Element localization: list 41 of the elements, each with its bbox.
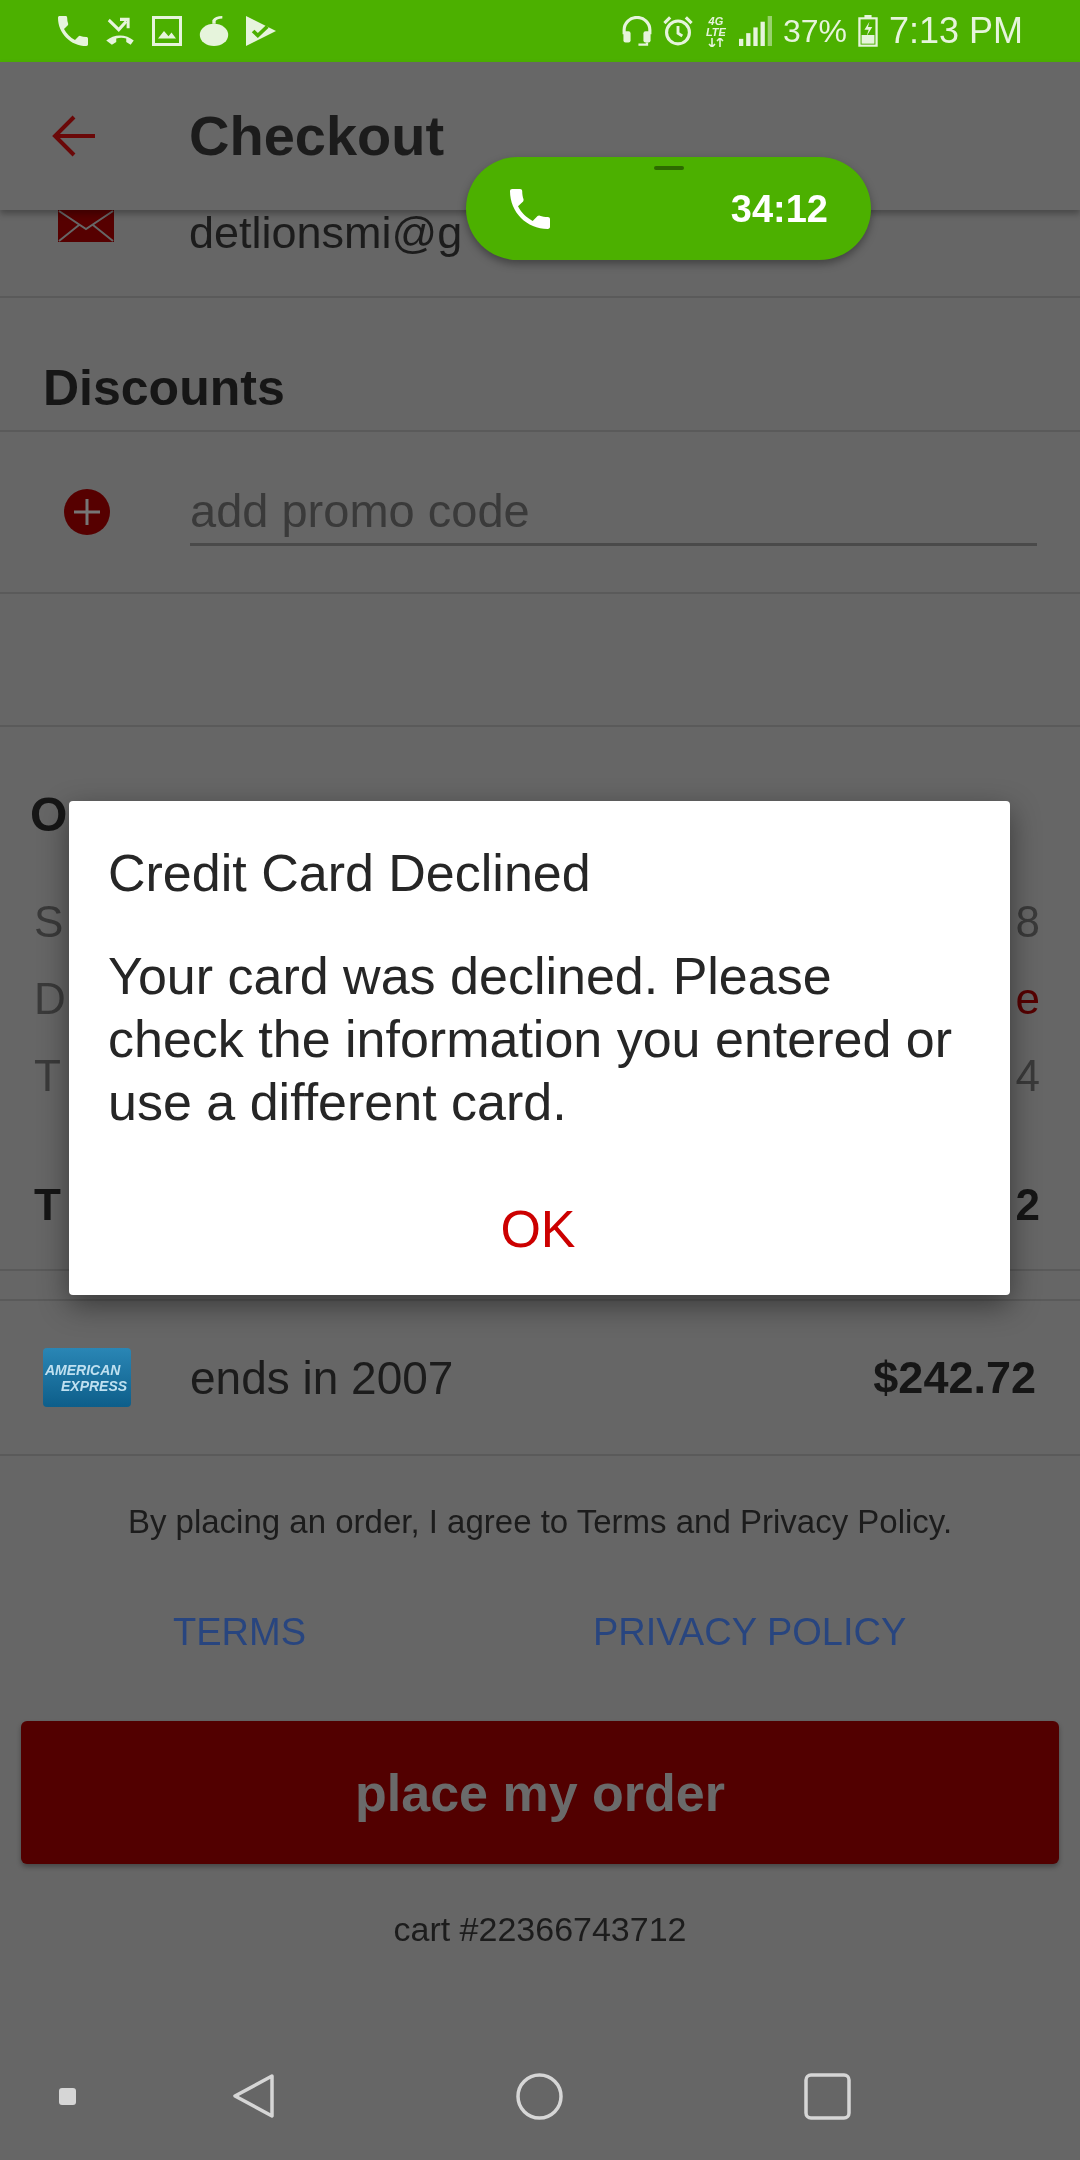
- phone-icon: [510, 188, 550, 229]
- image-icon: [152, 16, 182, 46]
- dialog-title: Credit Card Declined: [108, 843, 592, 904]
- battery-percent: 37%: [782, 12, 847, 50]
- drag-handle-icon[interactable]: [654, 166, 684, 170]
- email-text: detlionsmi@g: [189, 210, 463, 256]
- place-order-button[interactable]: place my order: [21, 1721, 1059, 1864]
- ok-button[interactable]: OK: [470, 1184, 606, 1274]
- summary-value: e: [1015, 973, 1040, 1024]
- small-square-icon[interactable]: [59, 2087, 76, 2105]
- play-tick-icon: [246, 16, 276, 46]
- network-type-label: 4G LTE: [704, 15, 727, 38]
- headset-icon: [621, 16, 652, 46]
- back-icon[interactable]: [231, 2072, 275, 2120]
- page-title: Checkout: [189, 104, 445, 168]
- dialog-message: Your card was declined. Please check the information you entered or use a different card.: [108, 946, 954, 1133]
- agreement-text: By placing an order, I agree to Terms and Privacy Policy.: [127, 1502, 953, 1542]
- card-brand-logo: AMERICAN EXPRESS: [43, 1348, 131, 1407]
- alarm-clock-icon: [662, 16, 693, 46]
- section-title: O: [30, 787, 68, 843]
- clock-time: 7:13 PM: [888, 10, 1023, 52]
- terms-link[interactable]: TERMS: [173, 1610, 306, 1654]
- signal-icon: [738, 16, 772, 46]
- home-icon[interactable]: [516, 2072, 563, 2120]
- section-title: Discounts: [43, 360, 285, 416]
- cart-number: cart #22366743712: [393, 1909, 687, 1949]
- plus-circle-icon[interactable]: [64, 489, 110, 535]
- call-bubble[interactable]: 34:12: [466, 157, 871, 260]
- data-arrows-icon: [707, 37, 724, 47]
- card-ending-text: ends in 2007: [190, 1351, 454, 1404]
- privacy-policy-link[interactable]: PRIVACY POLICY: [593, 1610, 907, 1654]
- summary-label: T: [34, 1179, 61, 1230]
- payment-amount: $242.72: [873, 1351, 1036, 1404]
- call-duration: 34:12: [730, 186, 828, 231]
- phone-icon: [58, 16, 88, 46]
- recent-apps-icon[interactable]: [804, 2072, 851, 2120]
- summary-value: 2: [1015, 1179, 1040, 1230]
- missed-call-icon: [105, 16, 135, 46]
- back-arrow-icon[interactable]: [51, 113, 97, 159]
- fruit-icon: [199, 16, 229, 46]
- battery-charging-icon: [857, 15, 878, 47]
